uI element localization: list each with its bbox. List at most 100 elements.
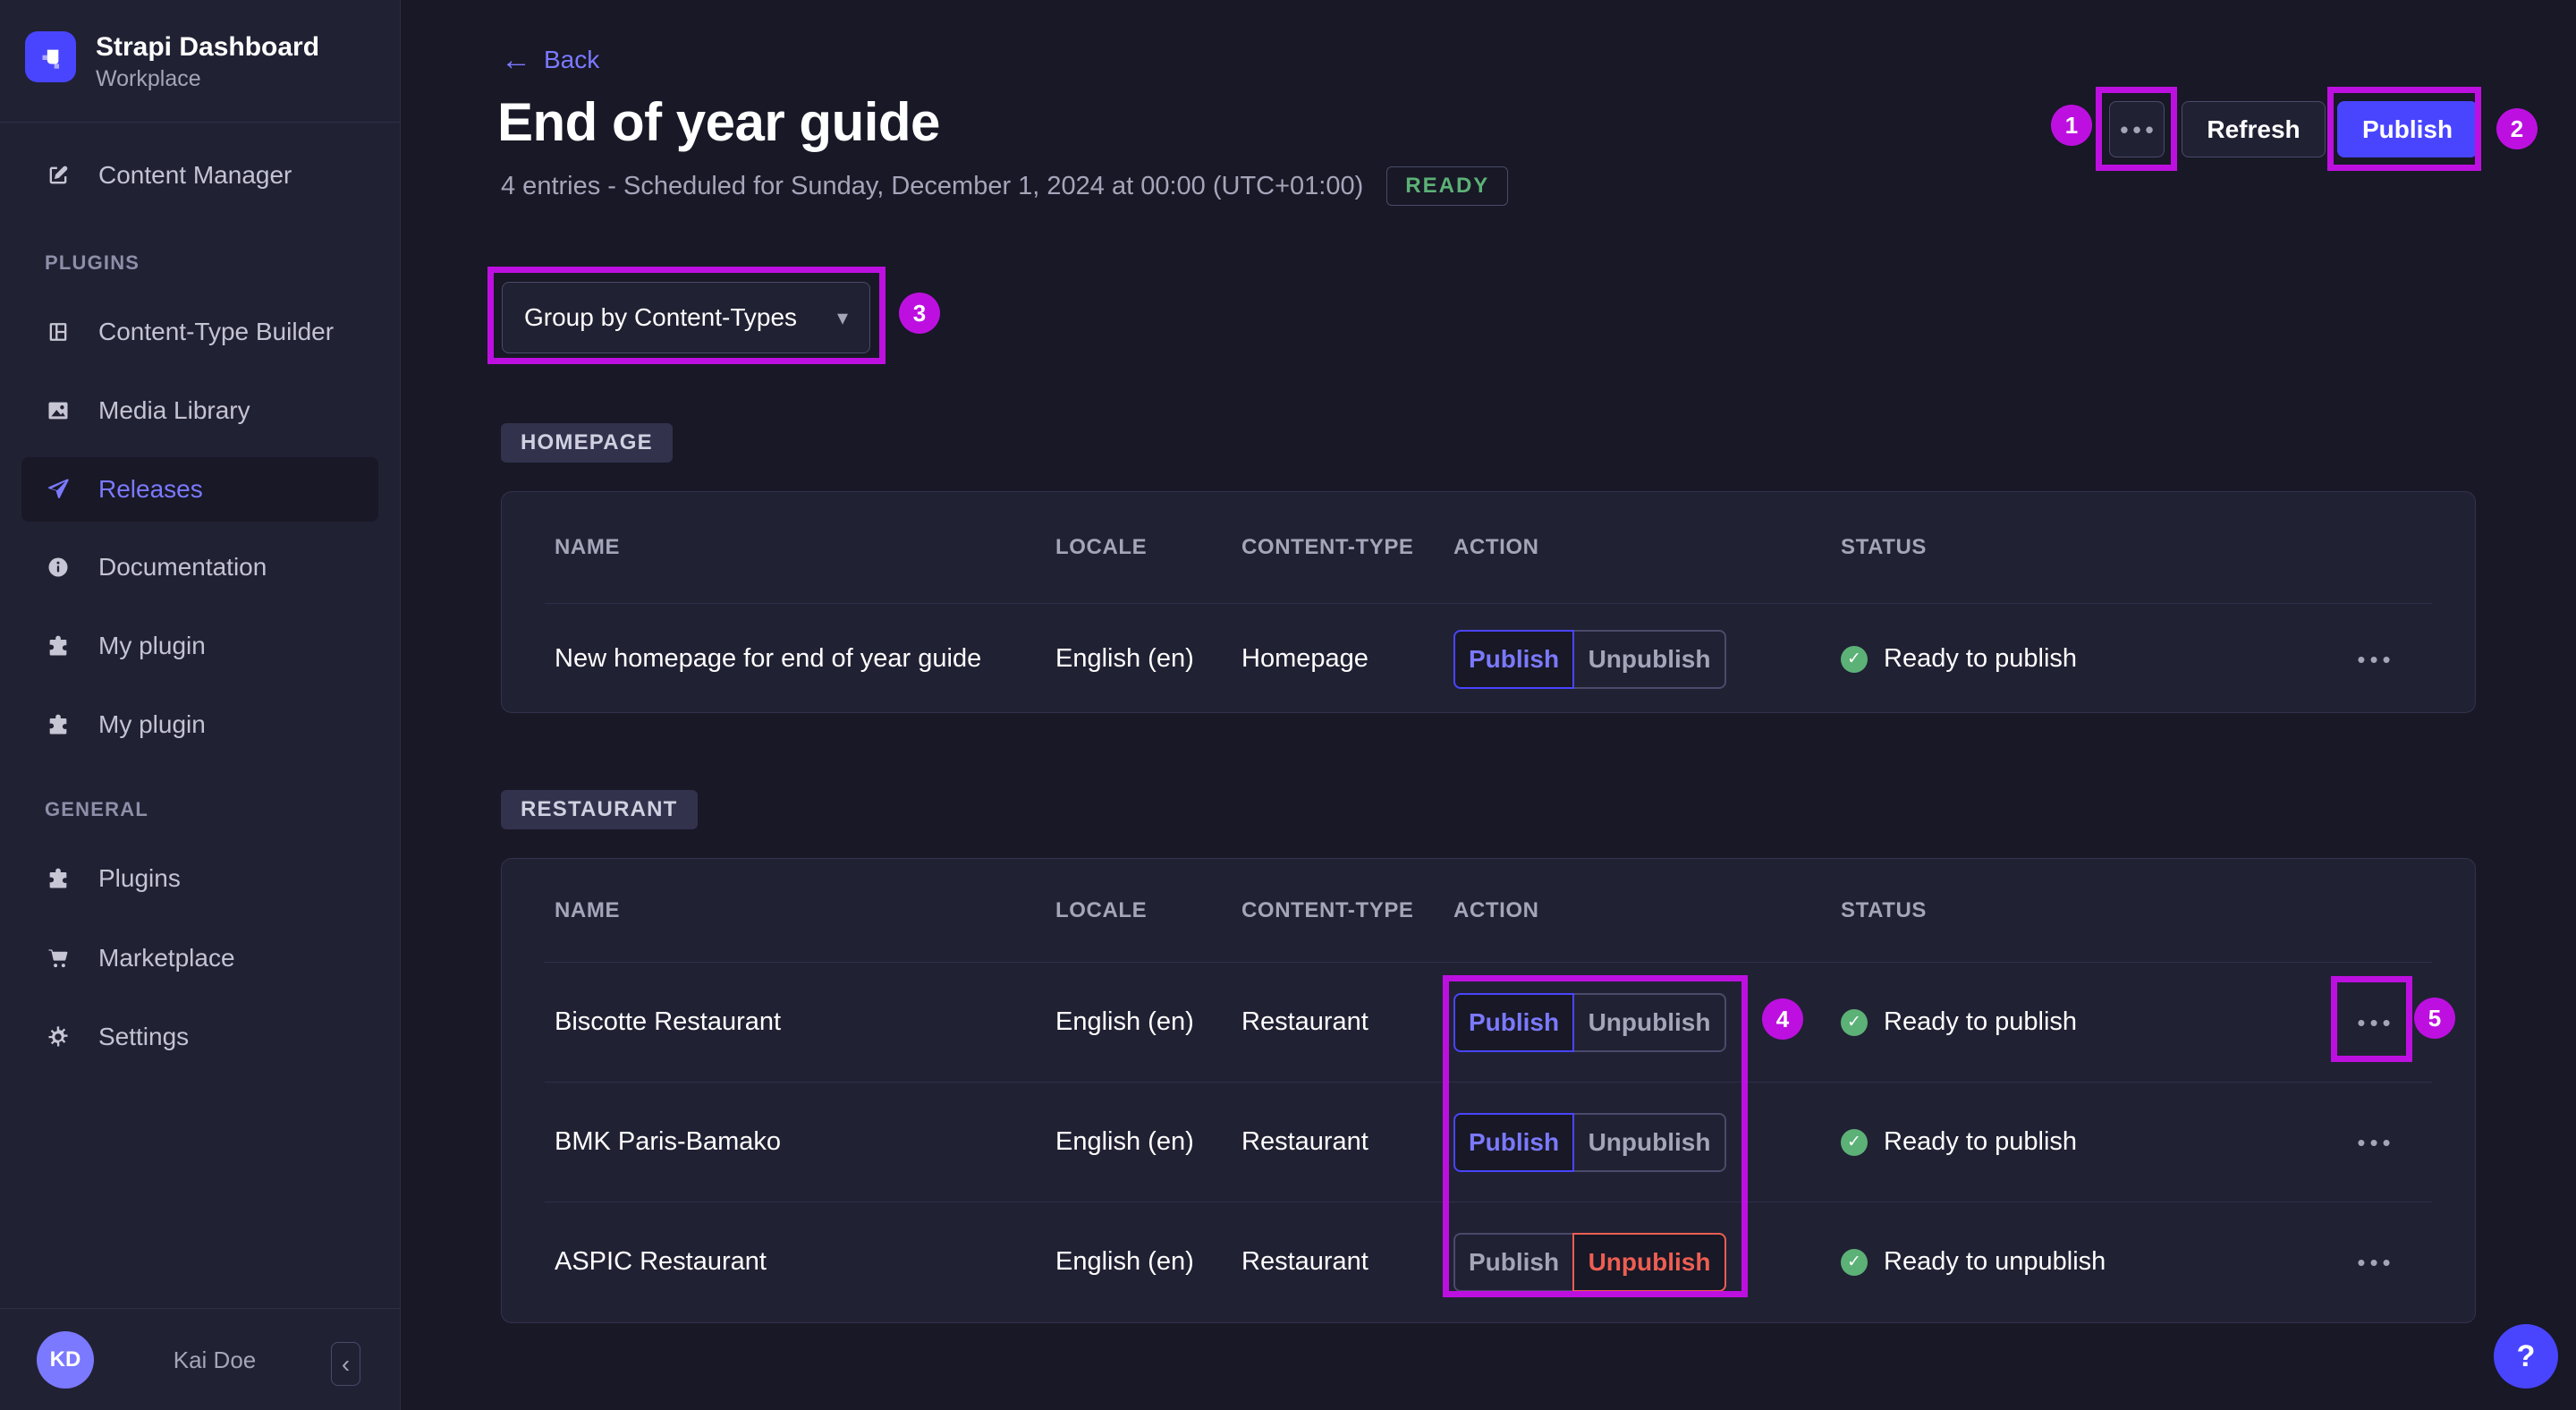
sidebar-item-my-plugin-1[interactable]: My plugin xyxy=(21,614,378,678)
sidebar-item-releases[interactable]: Releases xyxy=(21,457,378,522)
back-label: Back xyxy=(544,46,600,73)
more-icon: ••• xyxy=(2357,645,2395,673)
strapi-logo-icon xyxy=(25,31,76,82)
app-name: Strapi Dashboard xyxy=(96,32,320,62)
refresh-button[interactable]: Refresh xyxy=(2182,101,2326,157)
entry-locale: English (en) xyxy=(1055,1007,1194,1036)
group-by-select[interactable]: Group by Content-Types ▾ xyxy=(502,282,870,353)
release-subtitle: 4 entries - Scheduled for Sunday, Decemb… xyxy=(501,171,1364,200)
sidebar-nav: Content Manager PLUGINS Content-Type Bui… xyxy=(0,123,400,1069)
table-row: BMK Paris-Bamako English (en) Restaurant… xyxy=(502,1083,2475,1202)
puzzle-icon xyxy=(45,865,72,892)
col-name: NAME xyxy=(555,535,621,559)
publish-toggle-button[interactable]: Publish xyxy=(1453,1232,1574,1292)
unpublish-toggle-button[interactable]: Unpublish xyxy=(1572,629,1726,689)
sidebar-item-media-library[interactable]: Media Library xyxy=(21,378,378,443)
action-toggle: Publish Unpublish xyxy=(1453,992,1841,1052)
sidebar-collapse-button[interactable]: ‹ xyxy=(331,1342,360,1386)
row-more-button[interactable]: ••• xyxy=(2346,1115,2402,1170)
help-button[interactable]: ? xyxy=(2494,1324,2558,1389)
unpublish-toggle-button[interactable]: Unpublish xyxy=(1572,1112,1726,1172)
sidebar-item-label: Plugins xyxy=(98,864,181,892)
annotation-badge-2: 2 xyxy=(2496,108,2538,149)
sidebar-item-documentation[interactable]: Documentation xyxy=(21,535,378,599)
col-locale: LOCALE xyxy=(1055,897,1148,922)
unpublish-toggle-button[interactable]: Unpublish xyxy=(1572,992,1726,1052)
status-badge: READY xyxy=(1386,166,1509,206)
sidebar-item-marketplace[interactable]: Marketplace xyxy=(21,926,378,990)
sidebar-item-label: Releases xyxy=(98,475,203,503)
more-icon: ••• xyxy=(2357,1008,2395,1036)
paper-plane-icon xyxy=(45,476,72,503)
avatar[interactable]: KD xyxy=(37,1331,94,1389)
annotation-badge-1: 1 xyxy=(2051,105,2092,146)
check-icon: ✓ xyxy=(1841,645,1868,673)
restaurant-table: NAME LOCALE CONTENT-TYPE ACTION STATUS B… xyxy=(501,858,2476,1323)
back-link[interactable]: ← Back xyxy=(501,45,599,75)
cart-icon xyxy=(45,945,72,972)
entry-content-type: Homepage xyxy=(1241,644,1368,673)
publish-toggle-button[interactable]: Publish xyxy=(1453,992,1574,1052)
entry-content-type: Restaurant xyxy=(1241,1247,1368,1276)
status-cell: ✓ Ready to unpublish xyxy=(1841,1247,2319,1277)
workspace-switcher[interactable]: Strapi Dashboard Workplace xyxy=(0,0,400,123)
sidebar-item-my-plugin-2[interactable]: My plugin xyxy=(21,692,378,757)
action-toggle: Publish Unpublish xyxy=(1453,1232,1841,1292)
entry-name: Biscotte Restaurant xyxy=(555,1007,782,1036)
status-text: Ready to publish xyxy=(1884,1007,2078,1036)
sidebar-item-plugins[interactable]: Plugins xyxy=(21,846,378,911)
page-title: End of year guide xyxy=(497,92,940,152)
sidebar-section-plugins: PLUGINS xyxy=(45,251,140,274)
col-action: ACTION xyxy=(1453,535,1539,559)
info-icon xyxy=(45,554,72,581)
action-toggle: Publish Unpublish xyxy=(1453,629,1841,689)
entry-content-type: Restaurant xyxy=(1241,1007,1368,1036)
sidebar-footer: KD Kai Doe ‹ xyxy=(0,1308,400,1410)
status-text: Ready to unpublish xyxy=(1884,1247,2106,1276)
row-more-button[interactable]: ••• xyxy=(2346,1235,2402,1290)
check-icon: ✓ xyxy=(1841,1248,1868,1276)
entry-name: New homepage for end of year guide xyxy=(555,644,982,673)
check-icon: ✓ xyxy=(1841,1128,1868,1156)
puzzle-icon xyxy=(45,711,72,738)
action-toggle: Publish Unpublish xyxy=(1453,1112,1841,1172)
sidebar-item-label: My plugin xyxy=(98,632,206,659)
gear-icon xyxy=(45,1024,72,1050)
entry-name: ASPIC Restaurant xyxy=(555,1247,767,1276)
status-cell: ✓ Ready to publish xyxy=(1841,1007,2319,1037)
sidebar-item-settings[interactable]: Settings xyxy=(21,1005,378,1069)
puzzle-icon xyxy=(45,633,72,659)
unpublish-toggle-button[interactable]: Unpublish xyxy=(1572,1232,1726,1292)
image-icon xyxy=(45,397,72,424)
publish-button[interactable]: Publish xyxy=(2337,101,2478,157)
row-more-button[interactable]: ••• xyxy=(2346,995,2402,1050)
entry-locale: English (en) xyxy=(1055,1247,1194,1276)
entry-locale: English (en) xyxy=(1055,644,1194,673)
row-more-button[interactable]: ••• xyxy=(2346,632,2402,687)
col-name: NAME xyxy=(555,897,621,922)
pen-icon xyxy=(45,162,72,189)
release-more-button[interactable]: ••• xyxy=(2109,101,2165,157)
status-text: Ready to publish xyxy=(1884,1127,2078,1156)
more-icon: ••• xyxy=(2357,1128,2395,1156)
more-icon: ••• xyxy=(2120,115,2158,143)
sidebar: Strapi Dashboard Workplace Content Manag… xyxy=(0,0,401,1410)
col-locale: LOCALE xyxy=(1055,535,1148,559)
sidebar-item-label: Settings xyxy=(98,1023,190,1050)
publish-toggle-button[interactable]: Publish xyxy=(1453,1112,1574,1172)
sidebar-item-content-manager[interactable]: Content Manager xyxy=(21,143,378,208)
layout-grid-icon xyxy=(45,319,72,345)
sidebar-item-label: Media Library xyxy=(98,396,250,424)
group-tag-homepage: HOMEPAGE xyxy=(501,423,673,463)
sidebar-item-content-type-builder[interactable]: Content-Type Builder xyxy=(21,300,378,364)
table-row: Biscotte Restaurant English (en) Restaur… xyxy=(502,963,2475,1082)
sidebar-item-label: Content Manager xyxy=(98,161,292,189)
chevron-down-icon: ▾ xyxy=(836,305,848,330)
question-mark-icon: ? xyxy=(2516,1338,2536,1373)
table-row: ASPIC Restaurant English (en) Restaurant… xyxy=(502,1202,2475,1321)
status-cell: ✓ Ready to publish xyxy=(1841,1127,2319,1157)
group-by-value: Group by Content-Types xyxy=(524,303,798,331)
col-status: STATUS xyxy=(1841,535,1928,559)
group-tag-restaurant: RESTAURANT xyxy=(501,790,698,829)
publish-toggle-button[interactable]: Publish xyxy=(1453,629,1574,689)
